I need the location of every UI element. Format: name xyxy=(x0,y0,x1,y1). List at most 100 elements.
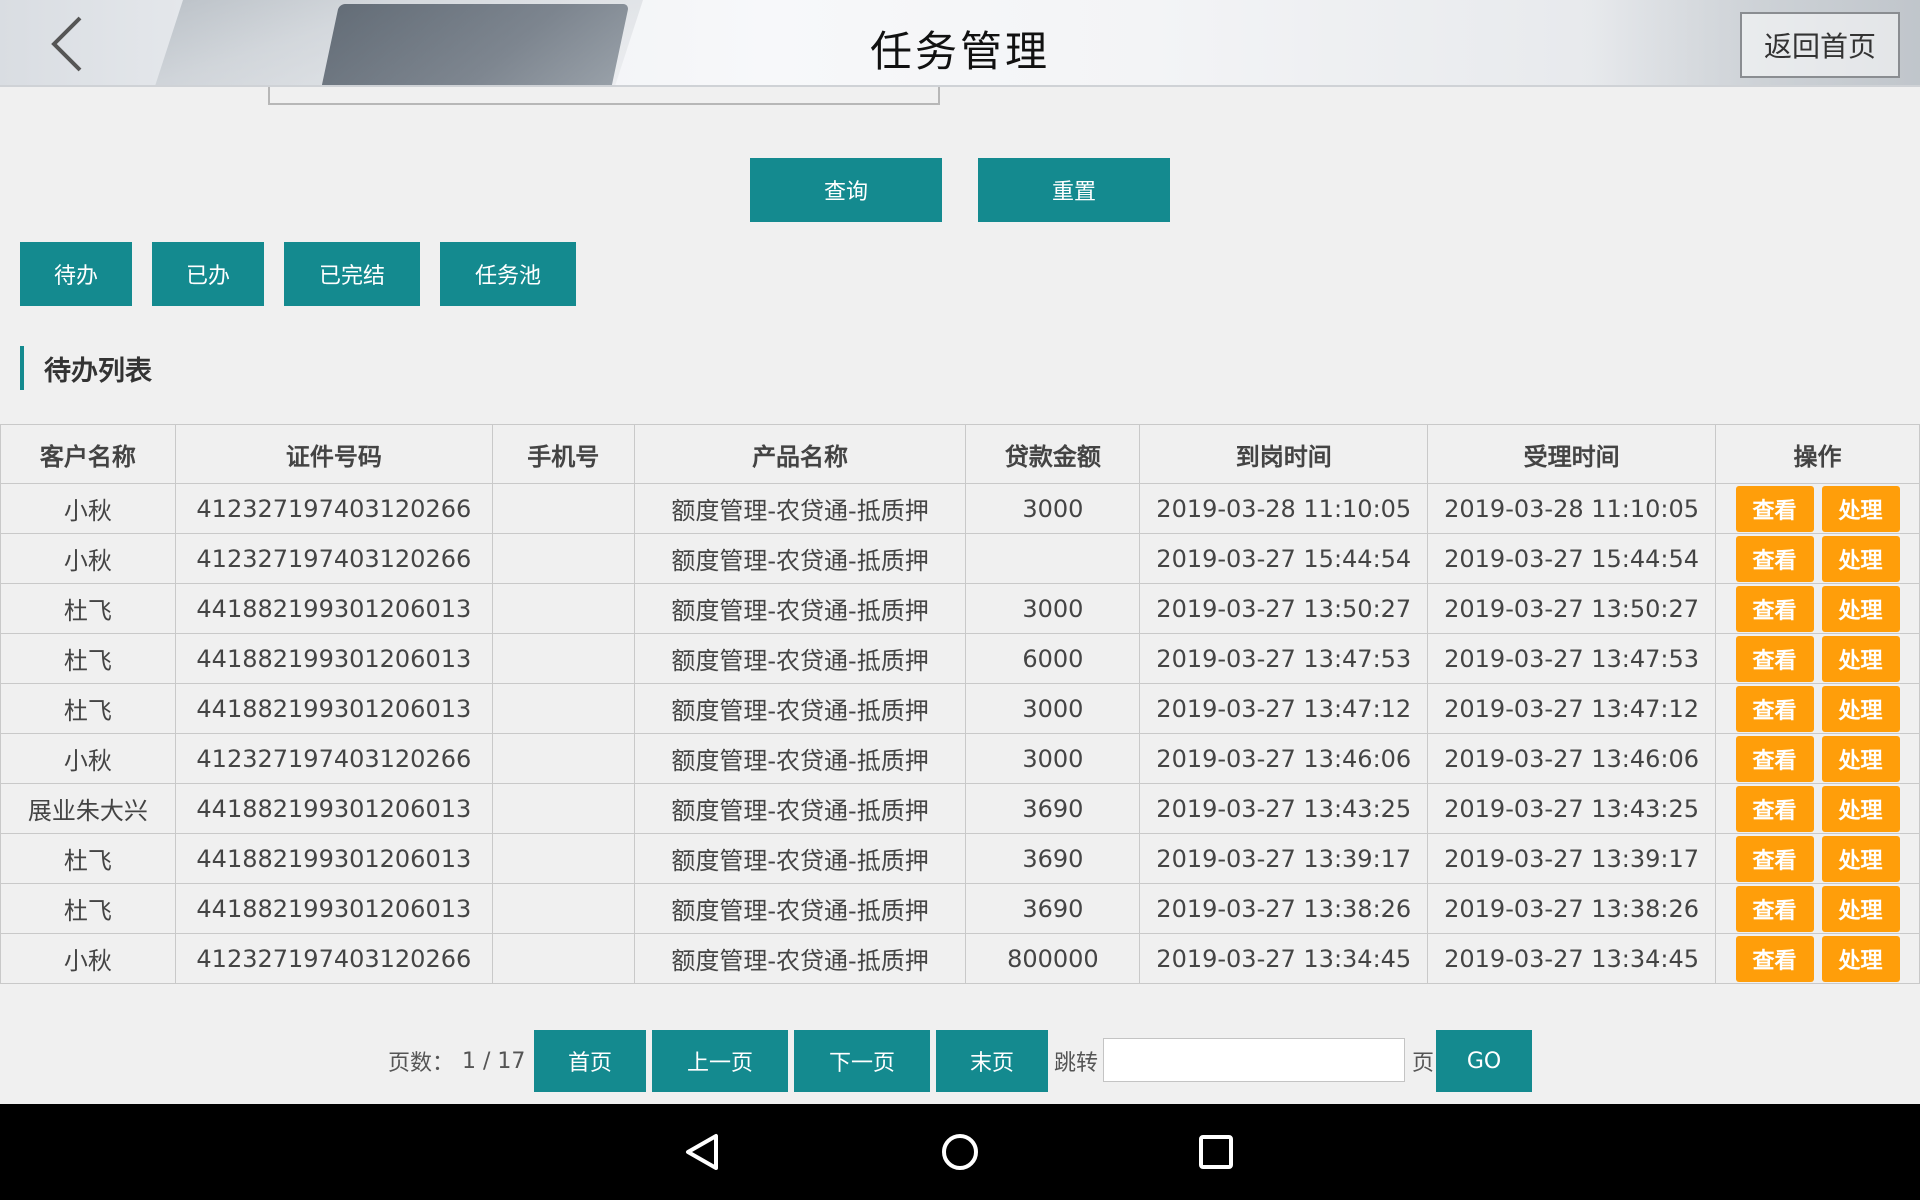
cell-phone xyxy=(491,933,635,984)
row-actions: 查看 处理 xyxy=(1716,485,1919,532)
table-row: 小秋 412327197403120266 额度管理-农贷通-抵质押 800000 20… xyxy=(0,933,1920,984)
cell-actions: 查看 处理 xyxy=(1715,883,1920,934)
cell-id-number: 441882199301206013 xyxy=(174,833,493,884)
query-button[interactable]: 查询 xyxy=(750,158,942,222)
handle-button[interactable]: 处理 xyxy=(1821,585,1900,632)
tab-completed[interactable]: 已完结 xyxy=(284,242,420,306)
view-button[interactable]: 查看 xyxy=(1735,785,1814,832)
last-page-button[interactable]: 末页 xyxy=(936,1030,1048,1092)
cell-id-number: 412327197403120266 xyxy=(174,933,493,984)
tab-done[interactable]: 已办 xyxy=(152,242,264,306)
first-page-button[interactable]: 首页 xyxy=(534,1030,646,1092)
cell-customer: 杜飞 xyxy=(0,883,176,934)
handle-button[interactable]: 处理 xyxy=(1821,935,1900,982)
page-suffix-label: 页 xyxy=(1412,1051,1435,1076)
view-button[interactable]: 查看 xyxy=(1735,635,1814,682)
cell-arrive-time: 2019-03-28 11:10:05 xyxy=(1139,483,1429,534)
cell-customer: 小秋 xyxy=(0,733,176,784)
cell-accept-time: 2019-03-27 13:39:17 xyxy=(1427,833,1716,884)
search-field[interactable] xyxy=(268,87,940,105)
row-actions: 查看 处理 xyxy=(1716,535,1919,582)
cell-phone xyxy=(491,783,635,834)
nav-back-icon[interactable] xyxy=(682,1130,726,1174)
cell-phone xyxy=(491,883,635,934)
cell-phone xyxy=(491,683,635,734)
view-button[interactable]: 查看 xyxy=(1735,935,1814,982)
cell-product: 额度管理-农贷通-抵质押 xyxy=(633,733,967,784)
cell-id-number: 441882199301206013 xyxy=(174,783,493,834)
handle-button[interactable]: 处理 xyxy=(1821,535,1900,582)
table-row: 小秋 412327197403120266 额度管理-农贷通-抵质押 3000 2019… xyxy=(0,733,1920,784)
col-header-amount: 贷款金额 xyxy=(965,424,1141,484)
row-actions: 查看 处理 xyxy=(1716,635,1919,682)
jump-label: 跳转 xyxy=(1054,1051,1099,1076)
cell-amount: 800000 xyxy=(965,933,1141,984)
handle-button[interactable]: 处理 xyxy=(1821,785,1900,832)
prev-page-button[interactable]: 上一页 xyxy=(652,1030,788,1092)
page-count: 页数： 1 / 17 xyxy=(388,1030,525,1092)
view-button[interactable]: 查看 xyxy=(1735,685,1814,732)
handle-button[interactable]: 处理 xyxy=(1821,635,1900,682)
view-button[interactable]: 查看 xyxy=(1735,485,1814,532)
handle-button[interactable]: 处理 xyxy=(1821,885,1900,932)
reset-button[interactable]: 重置 xyxy=(978,158,1170,222)
return-home-button[interactable]: 返回首页 xyxy=(1740,12,1900,78)
row-actions: 查看 处理 xyxy=(1716,835,1919,882)
cell-product: 额度管理-农贷通-抵质押 xyxy=(633,883,967,934)
table-row: 杜飞 441882199301206013 额度管理-农贷通-抵质押 3690 2019… xyxy=(0,883,1920,934)
cell-arrive-time: 2019-03-27 13:34:45 xyxy=(1139,933,1429,984)
cell-amount: 6000 xyxy=(965,633,1141,684)
view-button[interactable]: 查看 xyxy=(1735,535,1814,582)
cell-phone xyxy=(491,533,635,584)
cell-product: 额度管理-农贷通-抵质押 xyxy=(633,583,967,634)
cell-amount: 3000 xyxy=(965,683,1141,734)
handle-button[interactable]: 处理 xyxy=(1821,835,1900,882)
cell-id-number: 412327197403120266 xyxy=(174,483,493,534)
cell-amount: 3000 xyxy=(965,483,1141,534)
cell-product: 额度管理-农贷通-抵质押 xyxy=(633,933,967,984)
cell-amount: 3000 xyxy=(965,583,1141,634)
cell-accept-time: 2019-03-28 11:10:05 xyxy=(1427,483,1716,534)
row-actions: 查看 处理 xyxy=(1716,935,1919,982)
tab-todo[interactable]: 待办 xyxy=(20,242,132,306)
system-nav-bar xyxy=(0,1104,1920,1200)
cell-id-number: 441882199301206013 xyxy=(174,633,493,684)
handle-button[interactable]: 处理 xyxy=(1821,485,1900,532)
cell-accept-time: 2019-03-27 13:50:27 xyxy=(1427,583,1716,634)
view-button[interactable]: 查看 xyxy=(1735,585,1814,632)
page-title: 任务管理 xyxy=(869,27,1050,76)
cell-id-number: 412327197403120266 xyxy=(174,533,493,584)
col-header-product: 产品名称 xyxy=(633,424,967,484)
view-button[interactable]: 查看 xyxy=(1735,735,1814,782)
table-body: 小秋 412327197403120266 额度管理-农贷通-抵质押 3000 2019… xyxy=(0,483,1920,984)
cell-actions: 查看 处理 xyxy=(1715,733,1920,784)
next-page-button[interactable]: 下一页 xyxy=(794,1030,930,1092)
cell-accept-time: 2019-03-27 13:43:25 xyxy=(1427,783,1716,834)
cell-phone xyxy=(491,633,635,684)
cell-customer: 杜飞 xyxy=(0,683,176,734)
nav-home-icon[interactable] xyxy=(938,1130,982,1174)
row-actions: 查看 处理 xyxy=(1716,685,1919,732)
cell-customer: 杜飞 xyxy=(0,583,176,634)
cell-id-number: 441882199301206013 xyxy=(174,583,493,634)
cell-amount: 3000 xyxy=(965,733,1141,784)
nav-recents-icon[interactable] xyxy=(1194,1130,1238,1174)
cell-product: 额度管理-农贷通-抵质押 xyxy=(633,533,967,584)
cell-phone xyxy=(491,583,635,634)
cell-accept-time: 2019-03-27 13:46:06 xyxy=(1427,733,1716,784)
row-actions: 查看 处理 xyxy=(1716,585,1919,632)
view-button[interactable]: 查看 xyxy=(1735,835,1814,882)
cell-actions: 查看 处理 xyxy=(1715,633,1920,684)
cell-accept-time: 2019-03-27 13:47:12 xyxy=(1427,683,1716,734)
go-button[interactable]: GO xyxy=(1436,1030,1532,1092)
cell-customer: 小秋 xyxy=(0,483,176,534)
cell-arrive-time: 2019-03-27 13:47:12 xyxy=(1139,683,1429,734)
tab-task-pool[interactable]: 任务池 xyxy=(440,242,576,306)
col-header-actions: 操作 xyxy=(1715,424,1920,484)
page-count-value: 1 / 17 xyxy=(462,1048,526,1074)
handle-button[interactable]: 处理 xyxy=(1821,735,1900,782)
handle-button[interactable]: 处理 xyxy=(1821,685,1900,732)
jump-page-input[interactable] xyxy=(1103,1038,1405,1082)
cell-actions: 查看 处理 xyxy=(1715,483,1920,534)
view-button[interactable]: 查看 xyxy=(1735,885,1814,932)
